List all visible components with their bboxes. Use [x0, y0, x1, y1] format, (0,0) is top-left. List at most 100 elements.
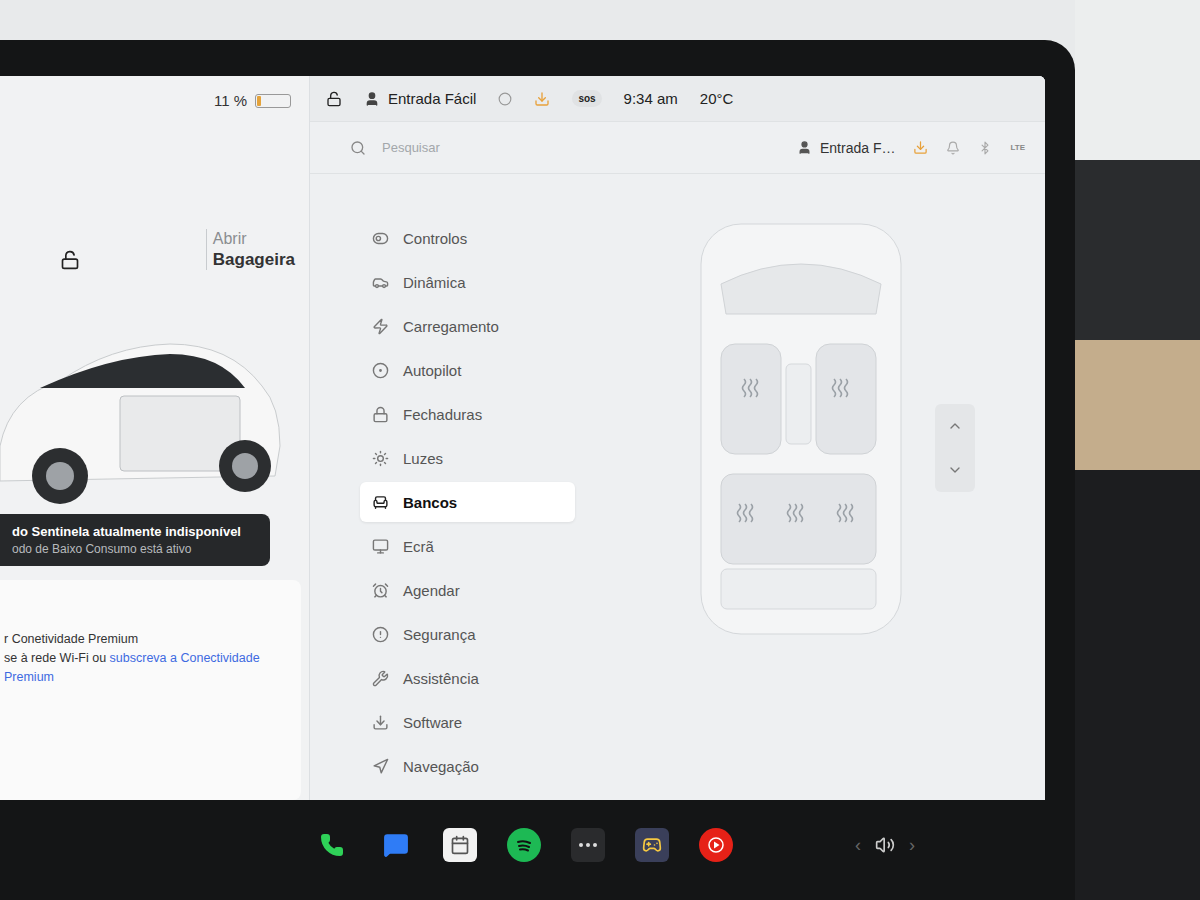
connectivity-text: r Conetividade Premium	[4, 630, 291, 649]
car-interior	[1075, 0, 1200, 900]
trunk-button[interactable]: AbrirBagageira	[206, 229, 295, 270]
bancos-icon	[372, 494, 389, 511]
phone-icon	[320, 833, 344, 857]
connectivity-hint: se à rede Wi-Fi ou subscreva a Conectivi…	[4, 649, 291, 687]
seat-heater-icon[interactable]	[742, 379, 757, 397]
seat-heater-icon[interactable]	[737, 504, 752, 522]
subscribe-link[interactable]: subscreva a Conectividade Premium	[4, 651, 260, 684]
down-button[interactable]	[935, 448, 975, 492]
arcade-icon	[642, 835, 662, 855]
arcade-app[interactable]	[635, 828, 669, 862]
lte-signal: LTE	[1010, 143, 1025, 152]
search-input[interactable]	[380, 139, 779, 156]
search-icon	[350, 140, 366, 156]
settings-body: ControlosDinâmicaCarregamentoAutopilotFe…	[310, 174, 1045, 800]
page: 11 % AbrirBagageira do Sentinela atualment…	[0, 0, 1200, 900]
dashboard	[1075, 160, 1200, 340]
spotify-icon	[514, 835, 534, 855]
controlos-icon	[372, 230, 389, 247]
menu-item[interactable]: Luzes	[360, 438, 575, 478]
messages-icon	[383, 832, 409, 858]
chevron-up-icon	[947, 418, 963, 434]
car-image[interactable]	[0, 326, 290, 506]
connectivity-card: r Conetividade Premiumse à rede Wi-Fi ou…	[0, 580, 301, 800]
fechaduras-icon	[372, 406, 389, 423]
luzes-icon	[372, 450, 389, 467]
status-bar: Entrada Fácil sos 9:34 am 20°C	[310, 76, 1045, 122]
agendar-icon	[372, 582, 389, 599]
menu-item[interactable]: Autopilot	[360, 350, 575, 390]
more-apps[interactable]	[571, 828, 605, 862]
trunk-row: AbrirBagageira	[0, 109, 309, 270]
software-icon	[372, 714, 389, 731]
menu-item[interactable]: Agendar	[360, 570, 575, 610]
play-icon	[707, 836, 725, 854]
chevron-down-icon	[947, 462, 963, 478]
up-button[interactable]	[935, 404, 975, 448]
status-circle-icon	[498, 92, 512, 106]
seat-scroll	[935, 404, 975, 492]
profile-status[interactable]: Entrada Fácil	[364, 90, 476, 107]
menu-item[interactable]: Software	[360, 702, 575, 742]
notice-subtitle: odo de Baixo Consumo está ativo	[12, 542, 258, 556]
dinamica-icon	[372, 274, 389, 291]
seat-heater-icon[interactable]	[832, 379, 847, 397]
dock: ‹›	[0, 800, 1045, 900]
seat-heater-icon[interactable]	[837, 504, 852, 522]
calendar-icon	[450, 835, 470, 855]
display-bezel: 11 % AbrirBagageira do Sentinela atualment…	[0, 40, 1075, 900]
user-icon	[797, 140, 812, 155]
battery-reading: 11 %	[214, 92, 247, 109]
car-panel: 11 % AbrirBagageira do Sentinela atualment…	[0, 76, 310, 800]
battery-status: 11 %	[0, 92, 309, 109]
menu-item[interactable]: Segurança	[360, 614, 575, 654]
carregamento-icon	[372, 318, 389, 335]
menu-item[interactable]: Fechaduras	[360, 394, 575, 434]
menu-item[interactable]: Controlos	[360, 218, 575, 258]
bell-icon[interactable]	[946, 141, 960, 155]
clock: 9:34 am	[624, 90, 678, 107]
search-box	[350, 139, 779, 156]
calendar-app[interactable]	[443, 828, 477, 862]
temperature: 20°C	[700, 90, 734, 107]
menu-item[interactable]: Ecrã	[360, 526, 575, 566]
settings-menu: ControlosDinâmicaCarregamentoAutopilotFe…	[310, 174, 610, 800]
settings-pane: Entrada Fácil sos 9:34 am 20°C Entrada F… LTE…	[310, 76, 1045, 800]
menu-item[interactable]: Dinâmica	[360, 262, 575, 302]
sos-button[interactable]: sos	[572, 90, 601, 107]
volume-down[interactable]: ‹	[855, 835, 861, 856]
unlocked-icon[interactable]	[60, 250, 80, 270]
window-view	[1075, 0, 1200, 160]
autopilot-icon	[372, 362, 389, 379]
notice-title: do Sentinela atualmente indisponível	[12, 524, 258, 539]
menu-item[interactable]: Navegação	[360, 746, 575, 786]
settings-header: Entrada F… LTE	[310, 122, 1045, 174]
bluetooth-icon[interactable]	[978, 141, 992, 155]
menu-item[interactable]: Carregamento	[360, 306, 575, 346]
volume-icon[interactable]	[875, 835, 895, 855]
seguranca-icon	[372, 626, 389, 643]
seat-heater-icon[interactable]	[787, 504, 802, 522]
screen: 11 % AbrirBagageira do Sentinela atualment…	[0, 76, 1045, 800]
messages-app[interactable]	[379, 828, 413, 862]
user-icon	[364, 91, 380, 107]
download-icon[interactable]	[913, 140, 928, 155]
volume-up[interactable]: ›	[909, 835, 915, 856]
battery-fill	[257, 96, 261, 106]
dashboard-lower	[1075, 470, 1200, 900]
navegacao-icon	[372, 758, 389, 775]
spotify-app[interactable]	[507, 828, 541, 862]
menu-item[interactable]: Bancos	[360, 482, 575, 522]
download-icon[interactable]	[534, 91, 550, 107]
phone-app[interactable]	[315, 828, 349, 862]
youtube-music-app[interactable]	[699, 828, 733, 862]
volume-control: ‹›	[855, 835, 915, 856]
battery-icon	[255, 94, 291, 108]
unlocked-icon[interactable]	[326, 91, 342, 107]
sentry-notice: do Sentinela atualmente indisponível odo …	[0, 514, 270, 566]
header-profile[interactable]: Entrada F…	[797, 140, 895, 156]
seat-view	[610, 174, 1045, 800]
menu-item[interactable]: Assistência	[360, 658, 575, 698]
assistencia-icon	[372, 670, 389, 687]
more-icon	[579, 843, 597, 847]
